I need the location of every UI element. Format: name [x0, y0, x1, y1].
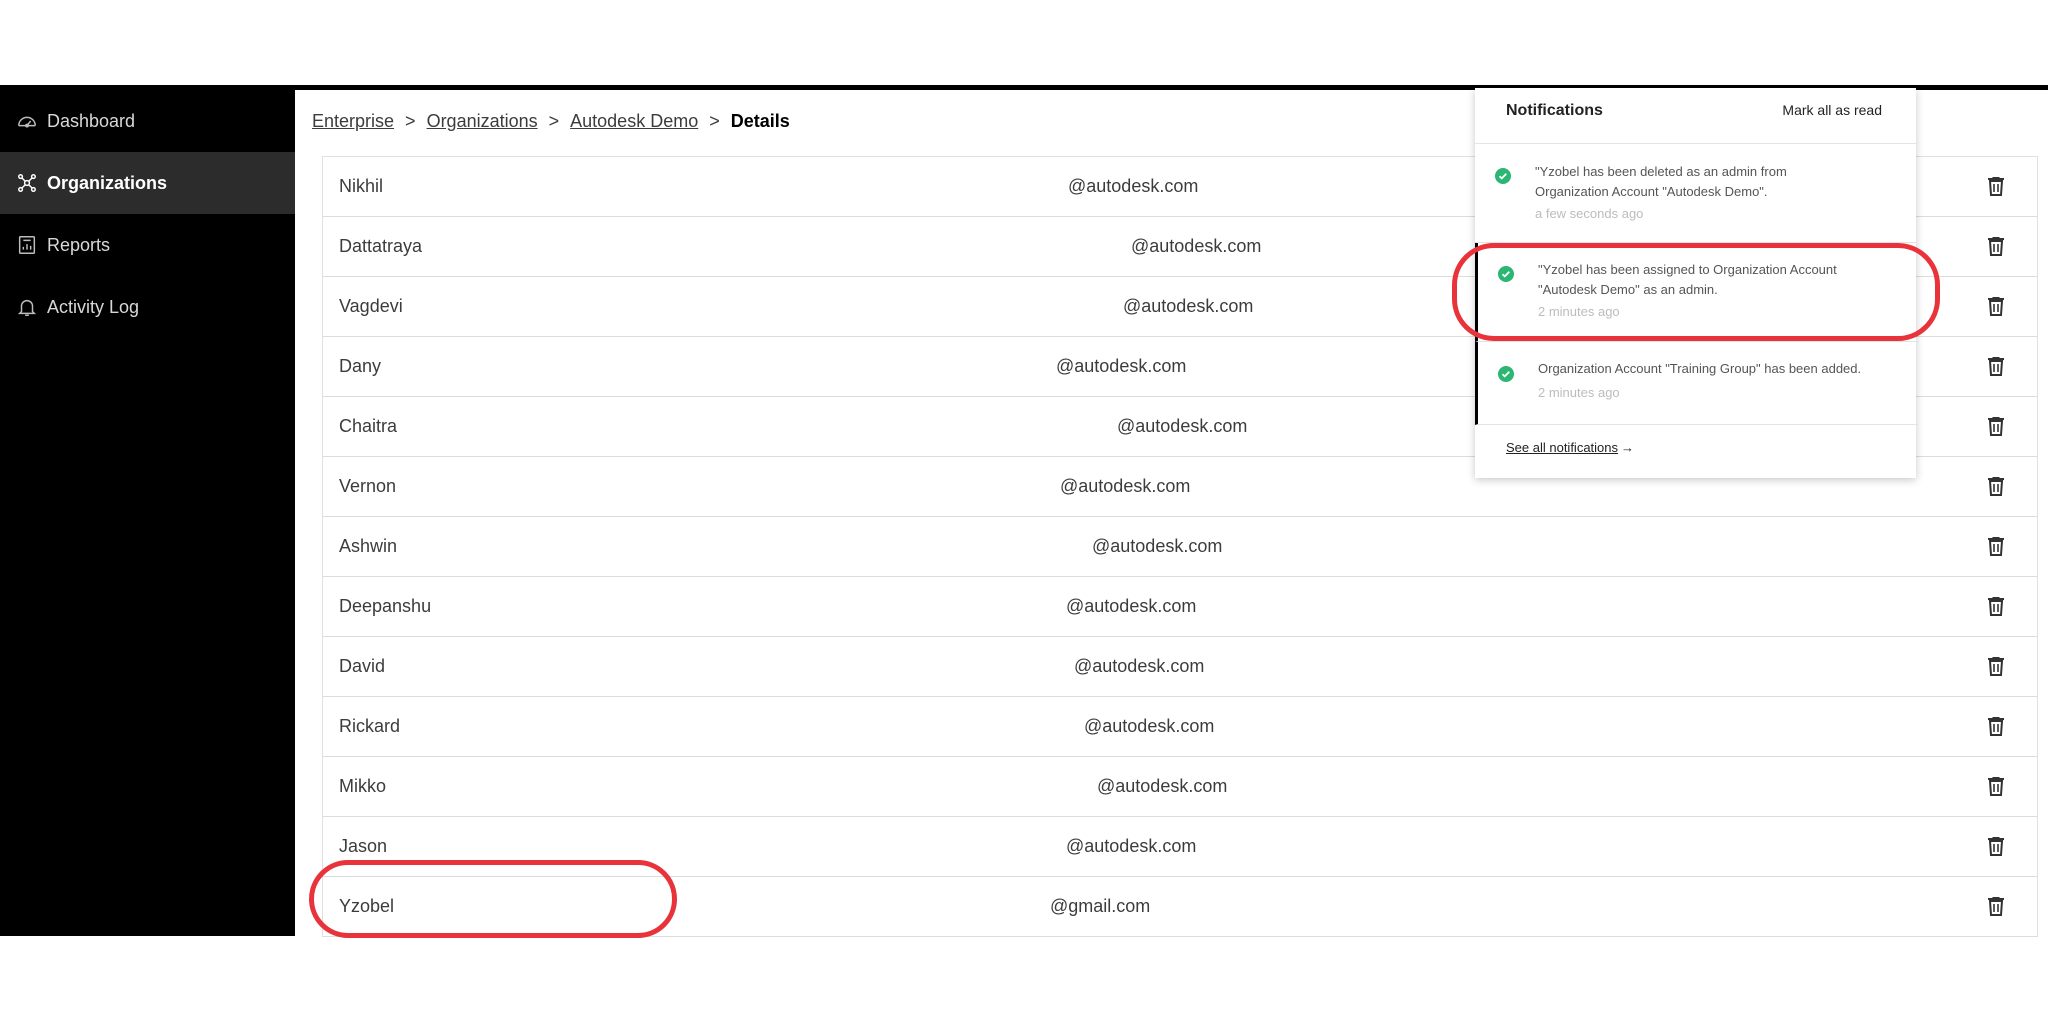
breadcrumb-current: Details: [730, 110, 790, 131]
notification-item[interactable]: "Yzobel has been assigned to Organizatio…: [1475, 243, 1919, 342]
table-row: Ashwin @autodesk.com: [323, 517, 2037, 577]
sidebar-item-label: Activity Log: [47, 296, 140, 317]
member-name: David: [339, 656, 386, 676]
table-row: Rickard @autodesk.com: [323, 697, 2037, 757]
member-email: @autodesk.com: [1068, 176, 1199, 196]
trash-icon[interactable]: [1984, 774, 2008, 798]
table-row: Mikko @autodesk.com: [323, 757, 2037, 817]
member-name: Chaitra: [339, 416, 398, 436]
member-email: @autodesk.com: [1084, 716, 1215, 736]
bell-icon: [16, 296, 38, 318]
notification-item[interactable]: Organization Account "Training Group" ha…: [1475, 342, 1919, 425]
member-name: Dattatraya: [339, 236, 423, 256]
breadcrumb-autodesk-demo[interactable]: Autodesk Demo: [570, 111, 698, 132]
breadcrumb-organizations[interactable]: Organizations: [427, 111, 538, 132]
notification-time: 2 minutes ago: [1538, 385, 1620, 400]
member-email: @autodesk.com: [1131, 236, 1262, 256]
table-row: David @autodesk.com: [323, 637, 2037, 697]
breadcrumb: Enterprise > Organizations > Autodesk De…: [312, 90, 790, 152]
breadcrumb-separator: >: [405, 110, 416, 131]
member-email: @autodesk.com: [1056, 356, 1187, 376]
member-email: @autodesk.com: [1074, 656, 1205, 676]
notifications-header: Notifications Mark all as read: [1475, 88, 1916, 144]
member-email: @autodesk.com: [1097, 776, 1228, 796]
trash-icon[interactable]: [1984, 654, 2008, 678]
trash-icon[interactable]: [1984, 234, 2008, 258]
trash-icon[interactable]: [1984, 414, 2008, 438]
member-name: Vagdevi: [339, 296, 403, 316]
sidebar-item-activity-log[interactable]: Activity Log: [0, 276, 295, 338]
notifications-panel: Notifications Mark all as read "Yzobel h…: [1475, 88, 1919, 478]
breadcrumb-enterprise[interactable]: Enterprise: [312, 111, 394, 132]
sidebar-item-organizations[interactable]: Organizations: [0, 152, 295, 214]
table-row: Deepanshu @autodesk.com: [323, 577, 2037, 637]
member-name: Dany: [339, 356, 382, 376]
check-circle-icon: [1498, 266, 1514, 282]
table-row: Jason @autodesk.com: [323, 817, 2037, 877]
member-email: @autodesk.com: [1117, 416, 1248, 436]
member-name: Yzobel: [339, 896, 395, 916]
see-all-label: See all notifications: [1506, 440, 1619, 455]
notification-text: Organization Account "Training Group" ha…: [1538, 359, 1908, 379]
notification-text: "Yzobel has been deleted as an admin fro…: [1535, 162, 1905, 202]
trash-icon[interactable]: [1984, 294, 2008, 318]
notification-text: "Yzobel has been assigned to Organizatio…: [1538, 260, 1908, 300]
reports-icon: [16, 234, 38, 256]
trash-icon[interactable]: [1984, 174, 2008, 198]
member-name: Nikhil: [339, 176, 384, 196]
sidebar-item-reports[interactable]: Reports: [0, 214, 295, 276]
trash-icon[interactable]: [1984, 474, 2008, 498]
check-circle-icon: [1498, 366, 1514, 382]
member-name: Mikko: [339, 776, 387, 796]
breadcrumb-separator: >: [709, 110, 720, 131]
sidebar-item-dashboard[interactable]: Dashboard: [0, 90, 295, 152]
member-email: @autodesk.com: [1092, 536, 1223, 556]
trash-icon[interactable]: [1984, 894, 2008, 918]
trash-icon[interactable]: [1984, 594, 2008, 618]
trash-icon[interactable]: [1984, 834, 2008, 858]
notification-line: Organization Account "Training Group" ha…: [1538, 361, 1862, 376]
member-name: Vernon: [339, 476, 397, 496]
notification-line: "Autodesk Demo" as an admin.: [1538, 282, 1718, 297]
mark-all-read-button[interactable]: Mark all as read: [1782, 102, 1882, 118]
member-name: Jason: [339, 836, 388, 856]
notification-line: "Yzobel has been deleted as an admin fro…: [1535, 164, 1787, 179]
member-email: @autodesk.com: [1066, 596, 1197, 616]
member-email: @gmail.com: [1050, 896, 1151, 916]
check-circle-icon: [1495, 168, 1511, 184]
trash-icon[interactable]: [1984, 714, 2008, 738]
notification-line: "Yzobel has been assigned to Organizatio…: [1538, 262, 1837, 277]
member-email: @autodesk.com: [1060, 476, 1191, 496]
notification-line: Organization Account "Autodesk Demo".: [1535, 184, 1768, 199]
table-row: Yzobel @gmail.com: [323, 877, 2037, 937]
member-email: @autodesk.com: [1123, 296, 1254, 316]
sidebar-item-label: Reports: [47, 234, 111, 255]
member-name: Deepanshu: [339, 596, 432, 616]
notifications-title: Notifications: [1506, 102, 1603, 119]
arrow-right-icon: →: [1621, 440, 1635, 455]
sidebar-item-label: Dashboard: [47, 110, 136, 131]
member-email: @autodesk.com: [1066, 836, 1197, 856]
sidebar-item-label: Organizations: [47, 172, 168, 193]
notification-item[interactable]: "Yzobel has been deleted as an admin fro…: [1475, 144, 1916, 243]
breadcrumb-separator: >: [548, 110, 560, 131]
dashboard-gauge-icon: [16, 110, 38, 132]
organizations-network-icon: [16, 172, 38, 194]
see-all-notifications-link[interactable]: See all notifications →: [1506, 440, 1634, 455]
notification-time: a few seconds ago: [1535, 206, 1644, 221]
sidebar: Dashboard Organizations Reports Activity…: [0, 90, 295, 936]
member-name: Ashwin: [339, 536, 398, 556]
trash-icon[interactable]: [1984, 354, 2008, 378]
member-name: Rickard: [339, 716, 401, 736]
notification-time: 2 minutes ago: [1538, 304, 1620, 319]
trash-icon[interactable]: [1984, 534, 2008, 558]
